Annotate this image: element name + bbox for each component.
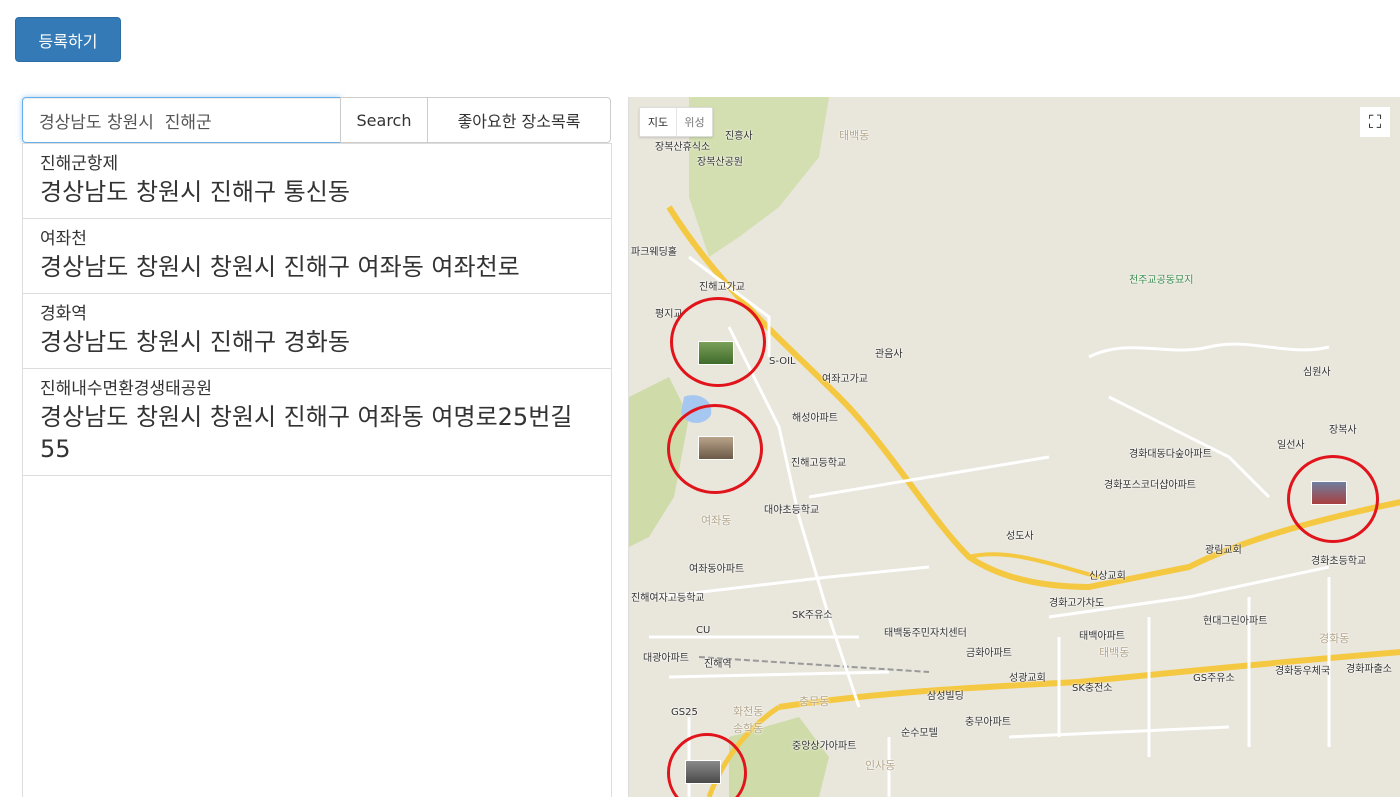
result-item[interactable]: 진해내수면환경생태공원 경상남도 창원시 창원시 진해구 여좌동 여명로25번길…: [23, 368, 611, 475]
map-label: 송학동: [733, 722, 764, 735]
search-results-panel: 진해군항제 경상남도 창원시 진해구 통신동 여좌천 경상남도 창원시 창원시 …: [22, 143, 612, 797]
map-label: 성도사: [1006, 531, 1034, 542]
favorite-places-button[interactable]: 좋아요한 장소목록: [427, 97, 611, 143]
map-label: 광림교회: [1205, 545, 1242, 556]
map-label: SK주유소: [792, 610, 833, 621]
map-label: 심원사: [1303, 367, 1331, 378]
map-type-satellite-button[interactable]: 위성: [676, 108, 712, 136]
map-label: 경화초등학교: [1311, 556, 1367, 567]
search-input[interactable]: [22, 97, 341, 143]
map-label: 인사동: [865, 759, 896, 772]
map-label: GS25: [671, 707, 698, 718]
map-label: 진해역: [704, 659, 732, 670]
map-label: 충무아파트: [965, 717, 1011, 728]
result-place-name: 여좌천: [40, 229, 87, 249]
map-label: 장복사: [1329, 425, 1357, 436]
result-address: 경상남도 창원시 진해구 경화동: [40, 328, 350, 356]
map-label: 태백아파트: [1079, 631, 1125, 642]
map-label: 대광아파트: [643, 653, 689, 664]
map-label: 경화파출소: [1346, 664, 1392, 675]
map-view[interactable]: 지도 위성 ⛶ 진흥사 태백동 장복산휴식소 장복산공원 파크웨딩홀 진해고가교…: [628, 97, 1400, 797]
map-label: 천주교공동묘지: [1129, 275, 1194, 286]
map-label: 여좌동아파트: [689, 564, 745, 575]
map-label: 평지교: [655, 309, 683, 320]
map-label: 삼성빌딩: [927, 691, 964, 702]
search-button[interactable]: Search: [340, 97, 428, 143]
result-item[interactable]: 경화역 경상남도 창원시 진해구 경화동: [23, 293, 611, 368]
map-label: 현대그린아파트: [1203, 616, 1268, 627]
map-label: S-OIL: [769, 356, 796, 367]
map-label: 여좌고가교: [822, 374, 868, 385]
register-button[interactable]: 등록하기: [15, 17, 121, 62]
map-label: 일선사: [1277, 440, 1305, 451]
map-label: 관음사: [875, 349, 903, 360]
map-label: 진흥사: [725, 131, 753, 142]
result-address: 경상남도 창원시 창원시 진해구 여좌동 여명로25번길 55: [40, 403, 573, 463]
map-label: 파크웨딩홀: [631, 247, 677, 258]
map-label: 진해고가교: [699, 282, 745, 293]
map-label: 태백동: [839, 129, 870, 142]
map-label: 대야초등학교: [764, 505, 820, 516]
map-label: 경화포스코더샵아파트: [1104, 480, 1196, 491]
map-label: 장복산휴식소: [655, 142, 711, 153]
place-photo-marker[interactable]: [698, 341, 734, 365]
search-bar: Search 좋아요한 장소목록: [22, 97, 611, 143]
map-label: 순수모텔: [901, 728, 938, 739]
search-results-list: 진해군항제 경상남도 창원시 진해구 통신동 여좌천 경상남도 창원시 창원시 …: [23, 143, 611, 476]
map-label: CU: [696, 625, 711, 636]
map-label: SK충전소: [1072, 683, 1113, 694]
map-label: 중앙상가아파트: [792, 741, 857, 752]
result-place-name: 진해군항제: [40, 154, 119, 174]
result-item[interactable]: 여좌천 경상남도 창원시 창원시 진해구 여좌동 여좌천로: [23, 218, 611, 293]
map-label: 성광교회: [1009, 673, 1046, 684]
map-label: GS주유소: [1193, 673, 1235, 684]
map-label: 금화아파트: [966, 648, 1012, 659]
map-label: 경화대동다숲아파트: [1129, 449, 1212, 460]
map-label: 진해여자고등학교: [631, 593, 705, 604]
result-address: 경상남도 창원시 창원시 진해구 여좌동 여좌천로: [40, 253, 520, 281]
place-photo-marker[interactable]: [685, 760, 721, 784]
result-item[interactable]: 진해군항제 경상남도 창원시 진해구 통신동: [23, 143, 611, 218]
map-label: 태백동: [1099, 646, 1130, 659]
map-label: 장복산공원: [697, 157, 743, 168]
result-address: 경상남도 창원시 진해구 통신동: [40, 178, 350, 206]
map-label: 경화동: [1319, 632, 1350, 645]
place-photo-marker[interactable]: [1311, 481, 1347, 505]
map-label: 진해고등학교: [791, 458, 847, 469]
map-label: 태백동주민자치센터: [884, 628, 967, 639]
result-place-name: 경화역: [40, 304, 87, 324]
result-place-name: 진해내수면환경생태공원: [40, 379, 213, 399]
map-label: 해성아파트: [792, 413, 838, 424]
map-label: 충무동: [799, 695, 830, 708]
map-label: 경화동우체국: [1275, 666, 1331, 677]
map-type-map-button[interactable]: 지도: [640, 108, 676, 136]
place-photo-marker[interactable]: [698, 436, 734, 460]
map-label: 화천동: [733, 705, 764, 718]
map-label: 경화고가차도: [1049, 598, 1105, 609]
fullscreen-icon[interactable]: ⛶: [1360, 107, 1390, 137]
map-type-toggle: 지도 위성: [639, 107, 713, 137]
map-label: 여좌동: [701, 514, 732, 527]
map-label: 신상교회: [1089, 571, 1126, 582]
